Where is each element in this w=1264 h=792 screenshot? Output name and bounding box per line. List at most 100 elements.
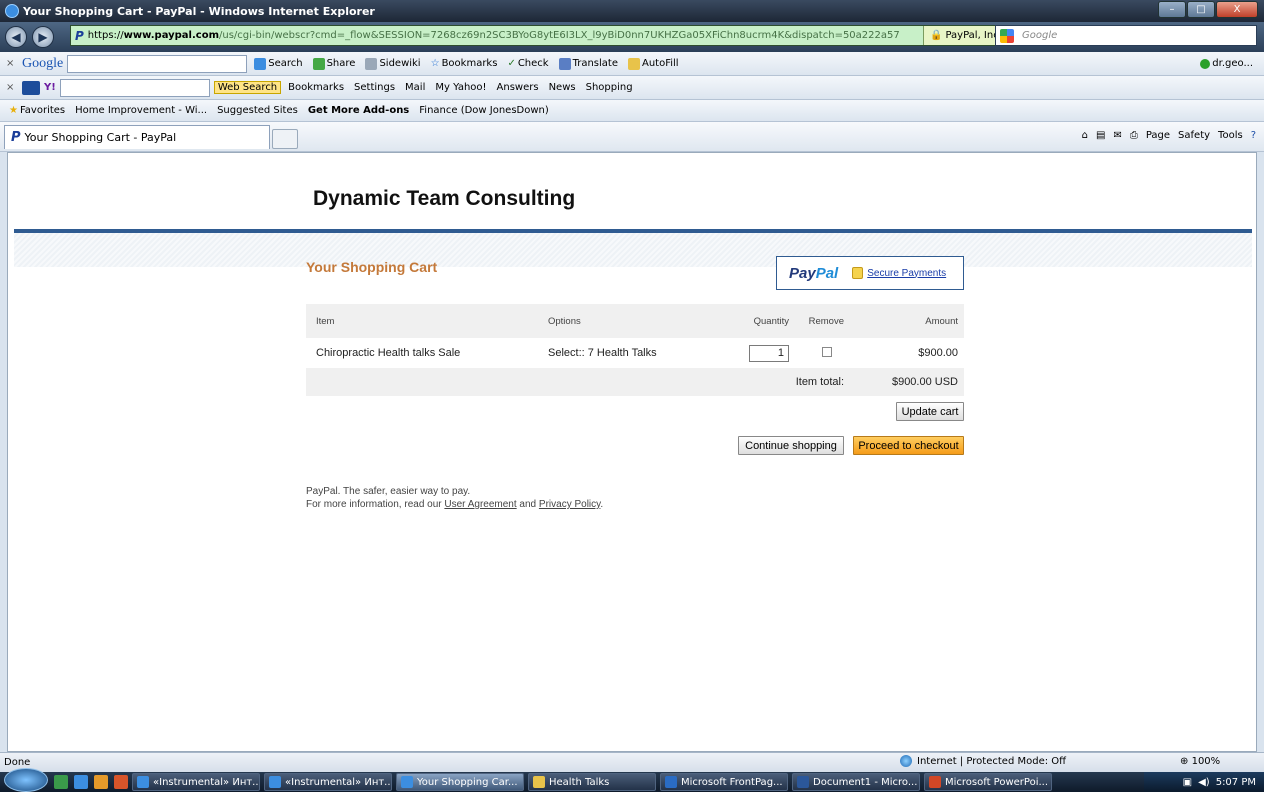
google-toolbar: × Google Search Share Sidewiki ☆ Bookmark… <box>0 52 1264 76</box>
toolbar-translate-label: Translate <box>572 58 618 69</box>
favorite-finance-label: Finance (Dow JonesDown) <box>419 105 549 116</box>
close-button[interactable]: X <box>1216 1 1258 18</box>
search-input[interactable]: Google <box>995 25 1257 46</box>
clock[interactable]: 5:07 PM <box>1216 777 1256 788</box>
taskbar-item[interactable]: «Instrumental» Инт... <box>264 773 392 791</box>
user-agreement-link[interactable]: User Agreement <box>444 499 516 510</box>
table-header: Item Options Quantity Remove Amount <box>306 304 964 338</box>
quicklaunch-desktop-icon[interactable] <box>54 775 68 789</box>
mail-icon[interactable]: ✉ <box>1113 130 1121 141</box>
taskbar-item[interactable]: Document1 - Micro... <box>792 773 920 791</box>
tools-menu[interactable]: Tools <box>1218 130 1243 141</box>
close-toolbar-icon[interactable]: × <box>6 58 18 69</box>
print-icon[interactable]: ⎙ <box>1130 130 1138 141</box>
secure-payments-link[interactable]: Secure Payments <box>852 267 946 279</box>
maximize-button[interactable]: □ <box>1187 1 1215 18</box>
taskbar-item-label: «Instrumental» Инт... <box>285 776 392 788</box>
yahoo-mail[interactable]: Mail <box>402 82 428 93</box>
remove-cell <box>793 346 854 360</box>
cart-table: Item Options Quantity Remove Amount Chir… <box>306 304 964 396</box>
lock-icon <box>852 267 864 279</box>
yahoo-toolbar: × Y! Web Search Bookmarks Settings Mail … <box>0 76 1264 100</box>
taskbar-item[interactable]: Microsoft PowerPoi... <box>924 773 1052 791</box>
forward-button[interactable]: ▶ <box>32 26 54 48</box>
close-toolbar-icon[interactable]: × <box>6 82 18 93</box>
favorite-suggested-sites-label: Suggested Sites <box>217 105 298 116</box>
minimize-button[interactable]: – <box>1158 1 1186 18</box>
network-icon[interactable]: ▣ <box>1183 777 1192 788</box>
toolbar-sidewiki[interactable]: Sidewiki <box>362 57 423 70</box>
ie-icon <box>269 776 281 788</box>
url-path: /us/cgi-bin/webscr?cmd=_flow&SESSION=726… <box>219 30 900 41</box>
update-cart-button[interactable]: Update cart <box>896 402 964 421</box>
volume-icon[interactable]: ◀) <box>1198 777 1210 788</box>
favorite-suggested-sites[interactable]: Suggested Sites <box>214 105 301 116</box>
feeds-icon[interactable]: ▤ <box>1096 130 1105 141</box>
toolbar-autofill[interactable]: AutoFill <box>625 57 682 70</box>
header-pattern <box>14 233 1252 267</box>
address-bar[interactable]: P https:// www.paypal.com /us/cgi-bin/we… <box>70 25 1025 46</box>
tab-label: Your Shopping Cart - PayPal <box>24 131 177 144</box>
toolbar-share[interactable]: Share <box>310 57 359 70</box>
yahoo-search-field[interactable] <box>59 78 210 97</box>
checkout-button[interactable]: Proceed to checkout <box>853 436 964 455</box>
safety-menu[interactable]: Safety <box>1178 130 1210 141</box>
toolbar-translate[interactable]: Translate <box>556 57 621 70</box>
tab-shopping-cart[interactable]: P Your Shopping Cart - PayPal <box>4 125 270 149</box>
toolbar-bookmarks[interactable]: ☆ Bookmarks <box>428 58 501 69</box>
yahoo-news[interactable]: News <box>546 82 579 93</box>
favorite-get-add-ons[interactable]: Get More Add-ons <box>305 105 412 116</box>
web-search-button[interactable]: Web Search <box>213 81 282 94</box>
back-button[interactable]: ◀ <box>5 26 27 48</box>
taskbar-item[interactable]: Microsoft FrontPag... <box>660 773 788 791</box>
taskbar-item-label: Your Shopping Car... <box>417 776 518 788</box>
remove-checkbox[interactable] <box>822 346 832 357</box>
paypal-secure-box: PayPal Secure Payments <box>776 256 964 290</box>
paypal-favicon: P <box>11 130 21 145</box>
privacy-policy-link[interactable]: Privacy Policy <box>539 499 601 510</box>
yahoo-my-yahoo-label: My Yahoo! <box>435 82 487 93</box>
google-search-field[interactable] <box>67 54 248 73</box>
account-button[interactable]: dr.geo... <box>1197 58 1256 69</box>
item-total-value: $900.00 USD <box>891 376 958 388</box>
yahoo-my-yahoo[interactable]: My Yahoo! <box>432 82 489 93</box>
search-placeholder: Google <box>1022 30 1058 41</box>
favorite-finance[interactable]: Finance (Dow JonesDown) <box>416 105 552 116</box>
taskbar-item[interactable]: Health Talks <box>528 773 656 791</box>
favorites-button[interactable]: ★ Favorites <box>6 105 68 116</box>
security-zone[interactable]: Internet | Protected Mode: Off <box>900 755 1066 767</box>
continue-shopping-button[interactable]: Continue shopping <box>738 436 844 455</box>
address-row: ◀ ▶ P https:// www.paypal.com /us/cgi-bi… <box>0 22 1264 52</box>
zoom-level[interactable]: ⊕ 100% <box>1180 756 1220 767</box>
home-icon[interactable]: ⌂ <box>1082 130 1088 141</box>
quicklaunch-app-icon[interactable] <box>94 775 108 789</box>
yahoo-shopping[interactable]: Shopping <box>583 82 636 93</box>
quantity-input[interactable]: 1 <box>749 344 789 362</box>
favorite-home-improvement[interactable]: Home Improvement - Wi... <box>72 105 210 116</box>
yahoo-answers[interactable]: Answers <box>494 82 542 93</box>
quicklaunch-ie-icon[interactable] <box>74 775 88 789</box>
ie-icon <box>401 776 413 788</box>
taskbar-item[interactable]: «Instrumental» Инт... <box>132 773 260 791</box>
page-content: Dynamic Team Consulting Your Shopping Ca… <box>7 152 1257 752</box>
toolbar-autofill-label: AutoFill <box>642 58 679 69</box>
page-menu[interactable]: Page <box>1146 130 1170 141</box>
header-quantity: Quantity <box>753 315 789 327</box>
taskbar-item-active[interactable]: Your Shopping Car... <box>396 773 524 791</box>
toolbar-check[interactable]: ✓ Check <box>504 58 551 69</box>
star-icon: ★ <box>9 105 18 116</box>
toolbar-search[interactable]: Search <box>251 57 305 70</box>
start-button[interactable] <box>4 768 48 792</box>
yahoo-settings[interactable]: Settings <box>351 82 398 93</box>
star-icon: ☆ <box>430 58 440 69</box>
item-total-label: Item total: <box>795 376 844 388</box>
lock-icon: 🔒 <box>930 30 943 41</box>
tab-row: P Your Shopping Cart - PayPal ⌂ ▤ ✉ ⎙ Pa… <box>0 122 1264 152</box>
quicklaunch-firefox-icon[interactable] <box>114 775 128 789</box>
favorites-bar: ★ Favorites Home Improvement - Wi... Sugg… <box>0 100 1264 122</box>
new-tab-button[interactable] <box>272 129 298 149</box>
yahoo-bookmarks[interactable]: Bookmarks <box>285 82 347 93</box>
word-icon <box>797 776 809 788</box>
security-zone-label: Internet | Protected Mode: Off <box>917 755 1067 767</box>
help-icon[interactable]: ? <box>1251 130 1256 141</box>
